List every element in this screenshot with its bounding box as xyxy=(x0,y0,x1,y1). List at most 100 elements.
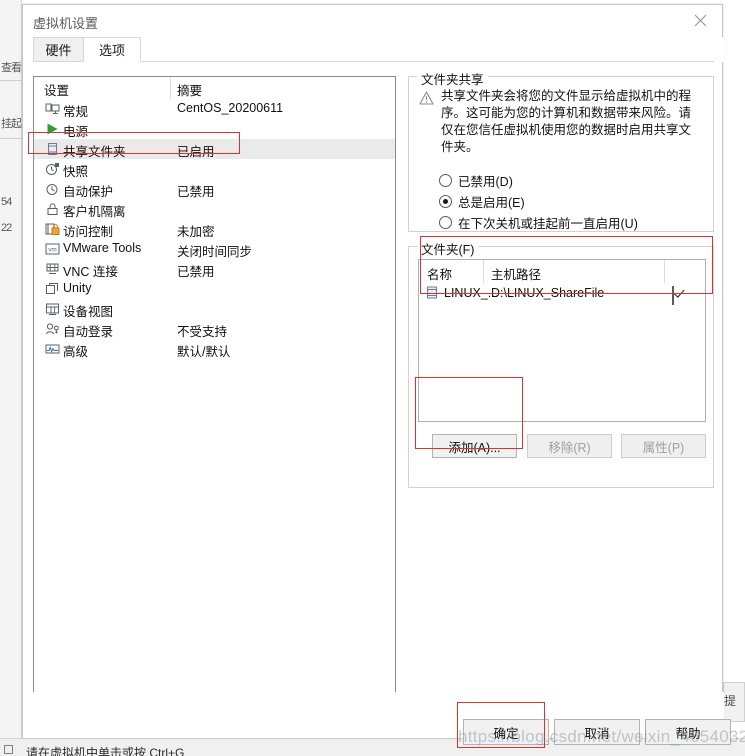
settings-row-label: 电源 xyxy=(63,125,89,139)
vmtools-icon: vm xyxy=(44,241,60,257)
settings-row-11[interactable]: 自动登录 不受支持 xyxy=(34,319,395,339)
settings-row-1[interactable]: 电源 xyxy=(34,119,395,139)
settings-row-label: 快照 xyxy=(63,165,89,179)
radio-always-enabled[interactable]: 总是启用(E) xyxy=(439,192,525,211)
settings-row-summary: CentOS_20200611 xyxy=(177,101,284,115)
settings-row-4[interactable]: 自动保护 已禁用 xyxy=(34,179,395,199)
ok-button[interactable]: 确定 xyxy=(463,719,549,745)
remove-folder-button: 移除(R) xyxy=(527,434,612,458)
settings-row-7[interactable]: vm VMware Tools 关闭时间同步 xyxy=(34,239,395,259)
radio-always-enabled-indicator xyxy=(439,195,452,208)
advanced-icon xyxy=(44,341,60,357)
dialog-content: 设置 摘要 常规 CentOS_20200611 电源 共享文件夹 已启用 快照 自动保护已… xyxy=(23,62,724,702)
settings-row-summary: 未加密 xyxy=(177,225,215,239)
deviceview-icon xyxy=(44,301,60,317)
settings-row-summary: 已禁用 xyxy=(177,265,215,279)
settings-row-label: 客户机隔离 xyxy=(63,205,126,219)
settings-row-label: VMware Tools xyxy=(63,241,142,255)
tab-options[interactable]: 选项 xyxy=(83,37,141,62)
svg-text:vm: vm xyxy=(48,246,57,253)
settings-row-summary: 不受支持 xyxy=(177,325,228,339)
settings-row-label: 设备视图 xyxy=(63,305,114,319)
folders-column-name: 名称 xyxy=(427,268,453,282)
settings-row-9[interactable]: Unity xyxy=(34,279,395,299)
settings-row-label: 高级 xyxy=(63,345,89,359)
checkbox-indicator xyxy=(672,286,674,305)
radio-disabled[interactable]: 已禁用(D) xyxy=(439,171,513,190)
folder-sharing-warning-text: 共享文件夹会将您的文件显示给虚拟机中的程序。这可能为您的计算机和数据带来风险。请… xyxy=(441,89,692,154)
dialog-title: 虚拟机设置 xyxy=(33,16,99,31)
settings-row-3[interactable]: 快照 xyxy=(34,159,395,179)
host-status-indicator-icon xyxy=(4,745,13,754)
tab-bar: 硬件 选项 xyxy=(23,37,724,62)
host-fragment-num-1: 54 xyxy=(1,196,12,208)
settings-row-5[interactable]: 客户机隔离 xyxy=(34,199,395,219)
settings-row-10[interactable]: 设备视图 xyxy=(34,299,395,319)
snapshot-icon xyxy=(44,161,60,177)
help-button[interactable]: 帮助 xyxy=(645,719,731,745)
host-fragment-view: 查看 xyxy=(1,62,22,74)
settings-row-summary: 已启用 xyxy=(177,145,215,159)
autoprotect-icon xyxy=(44,181,60,197)
cancel-button[interactable]: 取消 xyxy=(554,719,640,745)
tab-hardware[interactable]: 硬件 xyxy=(33,37,84,62)
host-divider xyxy=(0,138,22,139)
lock-icon xyxy=(44,201,60,217)
monitor-icon xyxy=(44,101,60,117)
radio-until-shutdown[interactable]: 在下次关机或挂起前一直启用(U) xyxy=(439,213,638,232)
host-fragment-num-2: 22 xyxy=(1,222,12,234)
table-row[interactable]: LINUX_... D:\LINUX_ShareFile xyxy=(419,283,705,305)
folders-column-path: 主机路径 xyxy=(491,268,542,282)
power-icon xyxy=(44,121,60,137)
radio-disabled-indicator xyxy=(439,174,452,187)
column-header-summary: 摘要 xyxy=(177,84,203,98)
access-icon xyxy=(44,221,60,237)
folders-header-divider xyxy=(664,260,665,283)
vm-settings-dialog: 虚拟机设置 硬件 选项 设置 摘要 常规 CentOS_20200611 电源 共享文… xyxy=(22,4,731,745)
unity-icon xyxy=(44,281,60,297)
radio-until-shutdown-label: 在下次关机或挂起前一直启用(U) xyxy=(458,217,638,231)
vnc-icon xyxy=(44,261,60,277)
settings-row-label: 自动登录 xyxy=(63,325,114,339)
host-status-text: 请在虚拟机中单击或按 Ctrl+G xyxy=(26,746,185,756)
autologin-icon xyxy=(44,321,60,337)
add-folder-button[interactable]: 添加(A)... xyxy=(432,434,517,458)
settings-row-6[interactable]: 访问控制 未加密 xyxy=(34,219,395,239)
settings-list-header: 设置 摘要 xyxy=(34,77,395,99)
settings-row-summary: 关闭时间同步 xyxy=(177,245,253,259)
folder-enabled-checkbox[interactable] xyxy=(672,286,674,305)
folders-group-title: 文件夹(F) xyxy=(417,239,479,258)
host-divider xyxy=(0,80,22,81)
folders-group: 文件夹(F) 名称 主机路径 LINUX_... D:\LINUX_ShareF… xyxy=(408,239,714,488)
settings-row-0[interactable]: 常规 CentOS_20200611 xyxy=(34,99,395,119)
radio-disabled-label: 已禁用(D) xyxy=(458,175,513,189)
host-fragment-right: 提 xyxy=(724,694,737,708)
folders-table: 名称 主机路径 LINUX_... D:\LINUX_ShareFile xyxy=(418,259,706,422)
settings-row-label: Unity xyxy=(63,281,92,295)
folder-icon xyxy=(44,141,60,157)
column-header-settings: 设置 xyxy=(44,84,70,98)
settings-row-2[interactable]: 共享文件夹 已启用 xyxy=(34,139,395,159)
header-divider xyxy=(170,77,171,99)
settings-row-12[interactable]: 高级 默认/默认 xyxy=(34,339,395,359)
close-icon[interactable] xyxy=(678,5,722,35)
settings-row-label: 自动保护 xyxy=(63,185,114,199)
folders-table-header: 名称 主机路径 xyxy=(419,260,705,283)
settings-row-label: VNC 连接 xyxy=(63,265,118,279)
host-left-toolbar-strip xyxy=(0,0,22,756)
folder-host-path: D:\LINUX_ShareFile xyxy=(491,286,605,300)
folder-icon xyxy=(426,286,438,304)
folder-sharing-group: 文件夹共享 共享文件夹会将您的文件显示给虚拟机中的程序。这可能为您的计算机和数据… xyxy=(408,69,714,232)
dialog-footer: 确定 取消 帮助 xyxy=(23,692,731,745)
radio-until-shutdown-indicator xyxy=(439,216,452,229)
folder-properties-button: 属性(P) xyxy=(621,434,706,458)
settings-list-rows: 常规 CentOS_20200611 电源 共享文件夹 已启用 快照 自动保护 已禁用 客户机隔… xyxy=(34,99,395,359)
radio-always-enabled-label: 总是启用(E) xyxy=(458,196,525,210)
settings-row-label: 常规 xyxy=(63,105,89,119)
folder-sharing-group-title: 文件夹共享 xyxy=(417,69,488,88)
folders-header-divider xyxy=(483,260,484,283)
settings-row-8[interactable]: VNC 连接 已禁用 xyxy=(34,259,395,279)
settings-row-label: 共享文件夹 xyxy=(63,145,126,159)
warning-icon xyxy=(419,91,434,110)
host-right-edge xyxy=(722,0,745,756)
